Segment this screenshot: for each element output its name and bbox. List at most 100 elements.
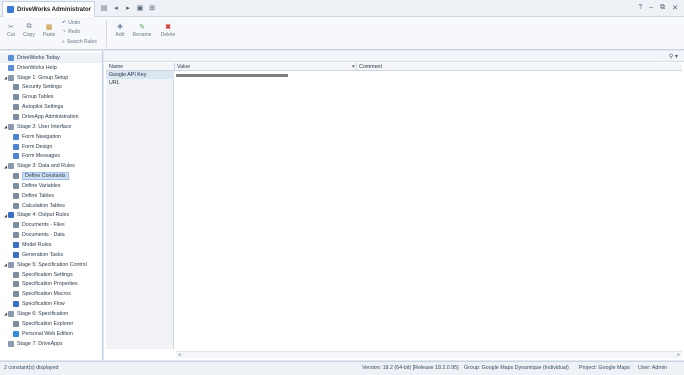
tree-item-icon	[13, 133, 19, 140]
quick-access-toolbar: ▤ ◂ ▸ ▣ ⊞	[100, 4, 156, 12]
paste-button[interactable]: ▦ Paste	[39, 23, 59, 38]
tree-item-stage-1-group-setup[interactable]: ◢ Stage 1: Group Setup	[0, 73, 102, 83]
column-header-value[interactable]: Value	[174, 63, 190, 71]
undo-button[interactable]: ↶ Undo	[62, 20, 80, 26]
rename-button[interactable]: ✎ Rename	[132, 23, 152, 38]
tree-item-icon	[13, 202, 19, 209]
tree-item-driveworks-today[interactable]: DriveWorks Today	[0, 53, 102, 63]
tree-item-icon	[8, 64, 14, 71]
tree-item-icon	[8, 163, 14, 170]
tree-item-specification-settings[interactable]: Specification Settings	[0, 270, 102, 280]
column-filter-icon[interactable]: ▾	[349, 63, 355, 71]
row-value[interactable]	[174, 79, 356, 87]
tree-item-form-navigation[interactable]: Form Navigation	[0, 132, 102, 142]
tree-item-security-settings[interactable]: Security Settings	[0, 83, 102, 93]
tree-item-model-rules[interactable]: Model Rules	[0, 240, 102, 250]
column-header-name[interactable]: Name	[106, 63, 123, 71]
forward-icon[interactable]: ▸	[124, 4, 132, 12]
tree-item-stage-7-driveapps[interactable]: Stage 7: DriveApps	[0, 339, 102, 349]
row-name[interactable]: URL	[106, 79, 174, 87]
tree-item-personal-web-edition[interactable]: Personal Web Edition	[0, 329, 102, 339]
layout-icon[interactable]: ⊞	[148, 4, 156, 12]
tree-item-icon	[13, 84, 19, 91]
tree-item-label: Form Navigation	[22, 133, 61, 140]
status-version: Version: 18.2 (64-bit) [Release 18.2.0.9…	[362, 365, 459, 371]
tree-item-label: Model Rules	[22, 242, 52, 249]
tree-item-define-tables[interactable]: Define Tables	[0, 191, 102, 201]
tree-item-icon	[13, 94, 19, 101]
tree-item-label: Specification Flow	[22, 301, 65, 308]
undo-icon: ↶	[62, 20, 67, 26]
window-controls: ? – ⧉ ✕	[638, 4, 678, 12]
tree-item-icon	[8, 74, 14, 81]
add-button[interactable]: ✚ Add	[110, 23, 130, 38]
table-row[interactable]: URL	[106, 79, 682, 87]
tree-item-stage-4-output-rules[interactable]: ◢ Stage 4: Output Rules	[0, 211, 102, 221]
tree-item-specification-flow[interactable]: Specification Flow	[0, 299, 102, 309]
tree-item-documents-data[interactable]: Documents - Data	[0, 230, 102, 240]
cut-button[interactable]: ✂ Cut	[1, 23, 21, 38]
tree-item-driveapp-administration[interactable]: DriveApp Administration	[0, 112, 102, 122]
row-comment[interactable]	[356, 79, 682, 87]
tree-item-icon	[13, 320, 19, 327]
restore-button[interactable]: ⧉	[660, 4, 665, 12]
tree-item-documents-files[interactable]: Documents - Files	[0, 220, 102, 230]
tree-item-label: Group Tables	[22, 94, 54, 101]
minimize-button[interactable]: –	[649, 4, 653, 12]
tree-item-specification-explorer[interactable]: Specification Explorer	[0, 319, 102, 329]
column-header-comment[interactable]: Comment	[356, 63, 382, 71]
tree-item-icon	[13, 242, 19, 249]
tree-item-generation-tasks[interactable]: Generation Tasks	[0, 250, 102, 260]
status-project: Project: Google Maps	[579, 365, 630, 371]
tree-item-stage-3-data-and-rules[interactable]: ◢ Stage 3: Data and Rules	[0, 161, 102, 171]
table-row[interactable]: Google API Key	[106, 71, 682, 79]
tree-item-stage-6-specification[interactable]: ◢ Stage 6: Specification	[0, 309, 102, 319]
tree-item-stage-5-specification-control[interactable]: ◢ Stage 5: Specification Control	[0, 260, 102, 270]
delete-icon: ✖	[165, 24, 171, 31]
search-rules-button[interactable]: ⌕ Search Rules	[62, 39, 97, 45]
tree-item-form-messages[interactable]: Form Messages	[0, 152, 102, 162]
tree-item-calculation-tables[interactable]: Calculation Tables	[0, 201, 102, 211]
copy-button[interactable]: ⧉ Copy	[19, 23, 39, 38]
ribbon: ✂ Cut ⧉ Copy ▦ Paste ↶ Undo ↷ Redo ⌕ Sea…	[0, 17, 684, 50]
tree-item-icon	[13, 104, 19, 111]
row-comment[interactable]	[356, 71, 682, 79]
paste-icon: ▦	[45, 24, 53, 31]
filter-icon[interactable]: ⚲ ▾	[669, 53, 678, 60]
row-value[interactable]	[174, 71, 356, 79]
row-name[interactable]: Google API Key	[106, 71, 174, 79]
tree-item-define-constants[interactable]: Define Constants	[0, 171, 102, 181]
tree-item-define-variables[interactable]: Define Variables	[0, 181, 102, 191]
app-tab[interactable]: DriveWorks Administrator	[2, 1, 95, 17]
tree-item-group-tables[interactable]: Group Tables	[0, 92, 102, 102]
tree-item-form-design[interactable]: Form Design	[0, 142, 102, 152]
scroll-left-icon[interactable]: ◂	[178, 352, 181, 358]
tree-item-driveworks-help[interactable]: DriveWorks Help	[0, 63, 102, 73]
back-icon[interactable]: ◂	[112, 4, 120, 12]
tree-item-icon	[13, 173, 19, 180]
tree-item-label: Autopilot Settings	[22, 104, 64, 111]
constants-grid: Name Value ▾ Comment Google API Key URL …	[106, 63, 682, 358]
tree-item-label: DriveWorks Help	[17, 64, 57, 71]
tree-item-label: Stage 2: User Interface	[17, 123, 72, 130]
app-title: DriveWorks Administrator	[17, 6, 92, 13]
close-button[interactable]: ✕	[672, 4, 678, 12]
help-button[interactable]: ?	[638, 4, 642, 12]
status-bar: 2 constant(s) displayed Version: 18.2 (6…	[0, 361, 684, 375]
tree-item-stage-2-user-interface[interactable]: ◢ Stage 2: User Interface	[0, 122, 102, 132]
redo-button[interactable]: ↷ Redo	[62, 29, 80, 35]
save-icon[interactable]: ▣	[136, 4, 144, 12]
scroll-right-icon[interactable]: ▸	[677, 352, 680, 358]
tree-item-specification-properties[interactable]: Specification Properties	[0, 280, 102, 290]
rename-icon: ✎	[139, 24, 145, 31]
tree-item-icon	[8, 261, 14, 268]
tree-item-icon	[8, 212, 14, 219]
tree-item-icon	[13, 143, 19, 150]
tree-item-icon	[13, 281, 19, 288]
tree-item-label: Calculation Tables	[22, 202, 65, 209]
horizontal-scrollbar[interactable]: ◂ ▸	[176, 351, 682, 358]
delete-button[interactable]: ✖ Delete	[158, 23, 178, 38]
tree-item-specification-macros[interactable]: Specification Macros	[0, 289, 102, 299]
tree-item-autopilot-settings[interactable]: Autopilot Settings	[0, 102, 102, 112]
app-menu-icon[interactable]: ▤	[100, 4, 108, 12]
